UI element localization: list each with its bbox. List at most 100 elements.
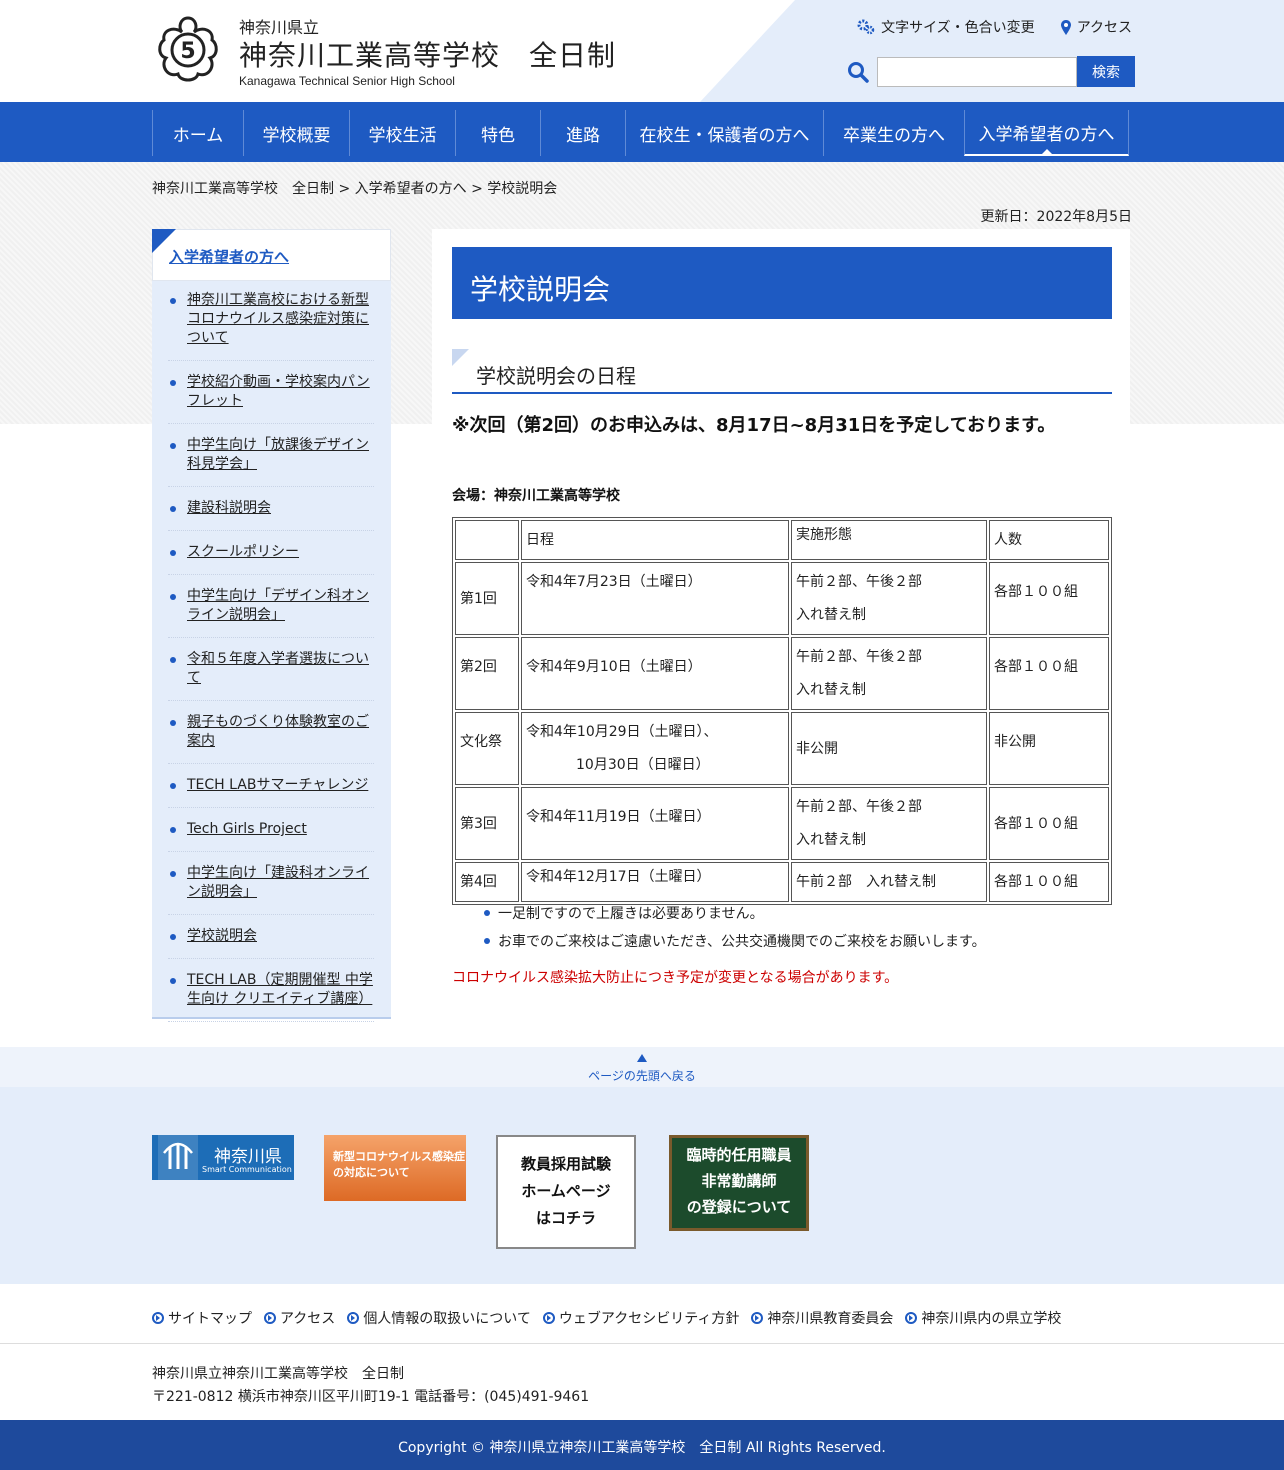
kanagawa-logo-icon bbox=[158, 1135, 198, 1180]
sidebar-item-tech-girls[interactable]: Tech Girls Project bbox=[168, 820, 374, 852]
footer-link-label: 神奈川県教育委員会 bbox=[767, 1311, 894, 1327]
font-color-settings-link[interactable]: 文字サイズ・色合い変更 bbox=[857, 17, 1035, 37]
page-top-link[interactable]: ページの先頭へ戻る bbox=[0, 1047, 1284, 1087]
sidebar-item-design-online[interactable]: 中学生向け「デザイン科オンライン説明会」 bbox=[168, 587, 374, 638]
footer-divider bbox=[0, 1343, 1284, 1344]
table-cell: 非公開 bbox=[989, 712, 1109, 785]
school-emblem-icon[interactable]: 5 bbox=[152, 14, 224, 84]
sidebar-item-construction-online[interactable]: 中学生向け「建設科オンライン説明会」 bbox=[168, 864, 374, 915]
table-cell: 第1回 bbox=[455, 562, 519, 635]
table-cell-line: 入れ替え制 bbox=[796, 681, 866, 698]
site-header: 5 神奈川県立 神奈川工業高等学校 全日制 Kanagawa Technical… bbox=[0, 0, 1284, 102]
footer-link-sitemap[interactable]: サイトマップ bbox=[152, 1308, 252, 1328]
sidebar-item-covid-measures[interactable]: 神奈川工業高校における新型コロナウイルス感染症対策について bbox=[168, 291, 374, 361]
nav-item-students-parents[interactable]: 在校生・保護者の方へ bbox=[625, 110, 823, 156]
gears-icon bbox=[857, 19, 875, 35]
footer-links: サイトマップ アクセス 個人情報の取扱いについて ウェブアクセシビリティ方針 神… bbox=[152, 1308, 1061, 1328]
footer-school-name: 神奈川県立神奈川工業高等学校 全日制 bbox=[152, 1366, 404, 1382]
nav-item-school-life[interactable]: 学校生活 bbox=[349, 110, 455, 156]
sidebar-item-info-session[interactable]: 学校説明会 bbox=[168, 927, 374, 959]
footer-link-label: ウェブアクセシビリティ方針 bbox=[558, 1311, 740, 1327]
table-cell-line: 入れ替え制 bbox=[796, 831, 866, 848]
arrow-circle-icon bbox=[905, 1312, 918, 1324]
footer-link-access[interactable]: アクセス bbox=[264, 1308, 335, 1328]
table-cell: 午前２部、午後２部 入れ替え制 bbox=[791, 562, 987, 635]
table-cell: 午前２部 入れ替え制 bbox=[791, 862, 987, 902]
temp-banner-line: の登録について bbox=[686, 1198, 792, 1216]
table-cell: 各部１００組 bbox=[989, 862, 1109, 902]
nav-item-applicants[interactable]: 入学希望者の方へ bbox=[964, 110, 1129, 156]
section-heading: 学校説明会の日程 bbox=[452, 349, 1112, 394]
table-row: 文化祭 令和4年10月29日（土曜日）、 10月30日（日曜日） 非公開 非公開 bbox=[455, 712, 1109, 785]
table-header-row: 日程 実施形態 人数 bbox=[455, 520, 1109, 560]
teacher-recruit-banner[interactable]: 教員採用試験 ホームページ はコチラ bbox=[496, 1135, 636, 1249]
school-name-en: Kanagawa Technical Senior High School bbox=[239, 74, 455, 88]
footer-link-privacy[interactable]: 個人情報の取扱いについて bbox=[347, 1308, 531, 1328]
nav-item-overview[interactable]: 学校概要 bbox=[243, 110, 349, 156]
footer-link-board[interactable]: 神奈川県教育委員会 bbox=[751, 1308, 893, 1328]
access-label: アクセス bbox=[1076, 20, 1132, 36]
school-name[interactable]: 神奈川工業高等学校 全日制 bbox=[239, 34, 616, 74]
nav-item-features[interactable]: 特色 bbox=[455, 110, 540, 156]
sidebar-item-school-policy[interactable]: スクールポリシー bbox=[168, 543, 374, 575]
table-cell: 非公開 bbox=[791, 712, 987, 785]
table-header-cell bbox=[455, 520, 519, 560]
sidebar-item-admission[interactable]: 令和５年度入学者選抜について bbox=[168, 650, 374, 701]
teacher-banner-line: 教員採用試験 bbox=[520, 1155, 611, 1173]
copyright: Copyright © 神奈川県立神奈川工業高等学校 全日制 All Right… bbox=[0, 1420, 1284, 1470]
table-cell: 令和4年7月23日（土曜日） bbox=[521, 562, 789, 635]
nav-item-home[interactable]: ホーム bbox=[152, 110, 243, 156]
application-notice: ※次回（第2回）のお申込みは、8月17日~8月31日を予定しております。 bbox=[452, 415, 1056, 436]
schedule-table: 日程 実施形態 人数 第1回 令和4年7月23日（土曜日） 午前２部、午後２部入… bbox=[452, 517, 1112, 905]
sidebar-item-design-tour[interactable]: 中学生向け「放課後デザイン科見学会」 bbox=[168, 436, 374, 487]
table-cell: 午前２部、午後２部 入れ替え制 bbox=[791, 787, 987, 860]
kanagawa-banner-title: 神奈川県 bbox=[214, 1147, 282, 1167]
table-row: 第4回 令和4年12月17日（土曜日） 午前２部 入れ替え制 各部１００組 bbox=[455, 862, 1109, 902]
table-cell-line: 午前２部、午後２部 bbox=[796, 648, 922, 665]
search-button[interactable]: 検索 bbox=[1077, 56, 1135, 87]
list-item: お車でのご来校はご遠慮いただき、公共交通機関でのご来校をお願いします。 bbox=[484, 931, 986, 951]
table-cell-line: 入れ替え制 bbox=[796, 606, 866, 623]
sidebar-item-techlab-regular[interactable]: TECH LAB（定期開催型 中学生向け クリエイティブ講座） bbox=[168, 971, 374, 1022]
sidebar-item-video-pamphlet[interactable]: 学校紹介動画・学校案内パンフレット bbox=[168, 373, 374, 424]
teacher-banner-line: ホームページ bbox=[521, 1182, 611, 1200]
nav-item-career[interactable]: 進路 bbox=[540, 110, 625, 156]
main-content: 学校説明会 学校説明会の日程 ※次回（第2回）のお申込みは、8月17日~8月31… bbox=[432, 229, 1130, 1029]
updated-date: 更新日：2022年8月5日 bbox=[980, 209, 1132, 225]
access-link[interactable]: アクセス bbox=[1060, 17, 1132, 37]
nav-item-graduates[interactable]: 卒業生の方へ bbox=[823, 110, 964, 156]
table-cell-line: 10月30日（日曜日） bbox=[576, 756, 710, 773]
font-color-settings-label: 文字サイズ・色合い変更 bbox=[881, 20, 1035, 36]
page-top-label: ページの先頭へ戻る bbox=[588, 1069, 696, 1083]
table-cell: 各部１００組 bbox=[989, 787, 1109, 860]
breadcrumb[interactable]: 神奈川工業高等学校 全日制 > 入学希望者の方へ > 学校説明会 bbox=[152, 178, 557, 198]
corona-banner[interactable]: 新型コロナウイルス感染症の対応について bbox=[324, 1135, 466, 1201]
sidebar: 入学希望者の方へ 神奈川工業高校における新型コロナウイルス感染症対策について 学… bbox=[152, 229, 391, 1022]
table-cell: 第3回 bbox=[455, 787, 519, 860]
venue-text: 会場：神奈川工業高等学校 bbox=[452, 488, 620, 504]
footer-link-schools[interactable]: 神奈川県内の県立学校 bbox=[905, 1308, 1061, 1328]
warning-text: コロナウイルス感染拡大防止につき予定が変更となる場合があります。 bbox=[452, 970, 899, 986]
page-title: 学校説明会 bbox=[452, 247, 1112, 319]
temp-banner-line: 臨時的任用職員 bbox=[686, 1146, 792, 1164]
footer-link-label: アクセス bbox=[280, 1311, 336, 1327]
sidebar-item-techlab-summer[interactable]: TECH LABサマーチャレンジ bbox=[168, 776, 374, 808]
table-cell: 各部１００組 bbox=[989, 562, 1109, 635]
teacher-banner-line: はコチラ bbox=[535, 1209, 596, 1227]
sidebar-heading-link[interactable]: 入学希望者の方へ bbox=[169, 246, 289, 267]
sidebar-list: 神奈川工業高校における新型コロナウイルス感染症対策について 学校紹介動画・学校案… bbox=[168, 291, 374, 1034]
temp-staff-banner[interactable]: 臨時的任用職員 非常勤講師 の登録について bbox=[669, 1135, 809, 1231]
table-cell: 令和4年11月19日（土曜日） bbox=[521, 787, 789, 860]
table-row: 第3回 令和4年11月19日（土曜日） 午前２部、午後２部 入れ替え制 各部１００… bbox=[455, 787, 1109, 860]
kanagawa-pref-banner[interactable]: 神奈川県 Smart Communication bbox=[152, 1135, 294, 1180]
footer-address: 〒221-0812 横浜市神奈川区平川町19-1 電話番号：(045)491-9… bbox=[152, 1389, 590, 1405]
search-input[interactable] bbox=[877, 56, 1077, 87]
header-tools: 文字サイズ・色合い変更 アクセス bbox=[857, 17, 1132, 37]
table-header-cell: 人数 bbox=[989, 520, 1109, 560]
list-item: 一足制ですので上履きは必要ありません。 bbox=[484, 903, 986, 923]
sidebar-item-construction-info[interactable]: 建設科説明会 bbox=[168, 499, 374, 531]
footer-link-accessibility[interactable]: ウェブアクセシビリティ方針 bbox=[542, 1308, 740, 1328]
sidebar-item-parent-child[interactable]: 親子ものづくり体験教室のご案内 bbox=[168, 713, 374, 764]
arrow-circle-icon bbox=[347, 1312, 360, 1324]
svg-text:5: 5 bbox=[180, 39, 195, 64]
